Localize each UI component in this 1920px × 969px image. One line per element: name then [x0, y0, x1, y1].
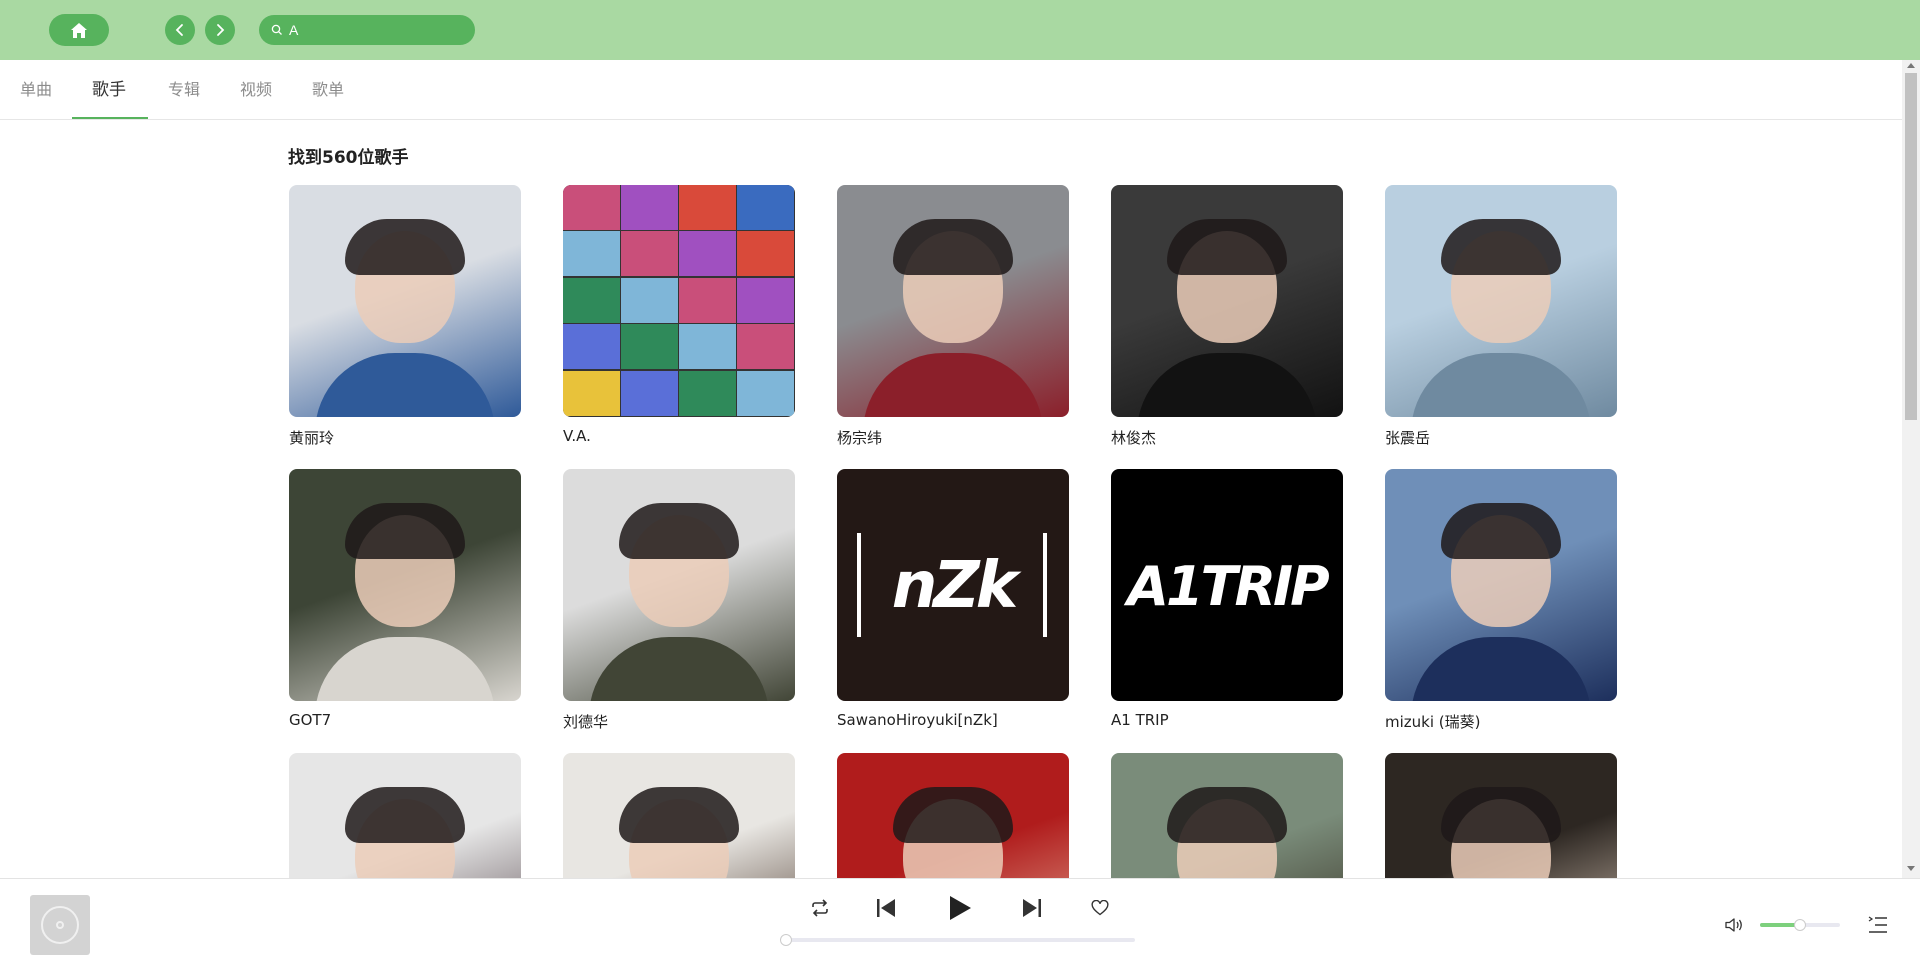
playlist-button[interactable] [1866, 913, 1890, 937]
artist-photo[interactable] [1385, 753, 1617, 878]
home-button[interactable] [49, 14, 109, 46]
skip-previous-icon [877, 899, 895, 917]
artist-photo[interactable] [289, 185, 521, 417]
progress-knob[interactable] [780, 934, 792, 946]
artist-photo[interactable] [289, 753, 521, 878]
player-bar [0, 878, 1920, 969]
volume-icon [1725, 918, 1742, 932]
artist-card[interactable] [1385, 753, 1617, 878]
artist-photo[interactable] [837, 753, 1069, 878]
artist-name[interactable]: mizuki (瑞葵) [1385, 711, 1617, 732]
artist-name[interactable]: 黄丽玲 [289, 427, 521, 448]
volume-button[interactable] [1722, 913, 1746, 937]
home-icon [71, 22, 87, 38]
artist-name[interactable]: SawanoHiroyuki[nZk] [837, 711, 1069, 729]
volume-knob[interactable] [1794, 919, 1806, 931]
tab-videos[interactable]: 视频 [240, 60, 272, 120]
artist-name[interactable]: 张震岳 [1385, 427, 1617, 448]
play-button[interactable] [946, 894, 974, 922]
like-button[interactable] [1088, 896, 1112, 920]
scroll-up-icon[interactable] [1907, 63, 1915, 68]
next-button[interactable] [1020, 896, 1044, 920]
chevron-right-icon [217, 24, 225, 36]
repeat-icon [812, 899, 828, 917]
artist-photo[interactable]: nZk [837, 469, 1069, 701]
artist-photo[interactable]: A1TRIP [1111, 469, 1343, 701]
artist-photo[interactable] [1111, 185, 1343, 417]
artist-card[interactable] [837, 753, 1069, 878]
skip-next-icon [1023, 899, 1041, 917]
repeat-button[interactable] [808, 896, 832, 920]
artist-photo[interactable] [1111, 753, 1343, 878]
artist-name[interactable]: V.A. [563, 427, 795, 445]
artist-card[interactable]: 张震岳 [1385, 185, 1617, 448]
playlist-icon [1868, 916, 1887, 933]
artist-name[interactable]: 刘德华 [563, 711, 795, 732]
artist-photo[interactable] [563, 469, 795, 701]
forward-button[interactable] [205, 15, 235, 45]
artist-card[interactable] [1111, 753, 1343, 878]
artist-photo[interactable] [1385, 469, 1617, 701]
artist-card[interactable]: GOT7 [289, 469, 521, 729]
artist-card[interactable] [289, 753, 521, 878]
artist-results: 找到560位歌手 黄丽玲 V.A. 杨宗纬 林俊杰 张震岳 GOT7 刘德华 nZ… [0, 121, 1902, 878]
progress-bar[interactable] [780, 934, 1135, 946]
artist-card[interactable]: mizuki (瑞葵) [1385, 469, 1617, 732]
artist-card[interactable]: 林俊杰 [1111, 185, 1343, 448]
artist-photo[interactable] [1385, 185, 1617, 417]
search-box[interactable] [259, 15, 475, 45]
chevron-left-icon [175, 24, 183, 36]
scrollbar-thumb[interactable] [1905, 73, 1917, 420]
artist-photo[interactable] [563, 753, 795, 878]
top-bar [0, 0, 1920, 60]
artist-card[interactable]: 黄丽玲 [289, 185, 521, 448]
artist-photo[interactable] [837, 185, 1069, 417]
artist-name[interactable]: A1 TRIP [1111, 711, 1343, 729]
artist-card[interactable]: 杨宗纬 [837, 185, 1069, 448]
search-input[interactable] [289, 22, 459, 38]
scroll-down-icon[interactable] [1907, 866, 1915, 871]
artist-name[interactable]: 林俊杰 [1111, 427, 1343, 448]
now-playing-cover[interactable] [30, 895, 90, 955]
artist-card[interactable]: nZk SawanoHiroyuki[nZk] [837, 469, 1069, 729]
heart-icon [1091, 900, 1109, 916]
back-button[interactable] [165, 15, 195, 45]
artist-card[interactable]: 刘德华 [563, 469, 795, 732]
artist-photo[interactable] [563, 185, 795, 417]
disc-icon [41, 906, 79, 944]
artist-card[interactable]: V.A. [563, 185, 795, 445]
play-icon [950, 896, 971, 920]
tab-albums[interactable]: 专辑 [168, 60, 200, 120]
active-tab-indicator [72, 117, 148, 119]
artist-card[interactable]: A1TRIP A1 TRIP [1111, 469, 1343, 729]
result-tabs: 单曲 歌手 专辑 视频 歌单 [0, 60, 1902, 120]
tab-artists[interactable]: 歌手 [92, 60, 126, 120]
artist-photo[interactable] [289, 469, 521, 701]
volume-slider[interactable] [1760, 919, 1840, 931]
result-count-title: 找到560位歌手 [288, 148, 409, 168]
artist-name[interactable]: GOT7 [289, 711, 521, 729]
tab-songs[interactable]: 单曲 [20, 60, 52, 120]
search-icon [271, 24, 282, 35]
previous-button[interactable] [874, 896, 898, 920]
tab-playlists[interactable]: 歌单 [312, 60, 344, 120]
artist-card[interactable] [563, 753, 795, 878]
artist-name[interactable]: 杨宗纬 [837, 427, 1069, 448]
